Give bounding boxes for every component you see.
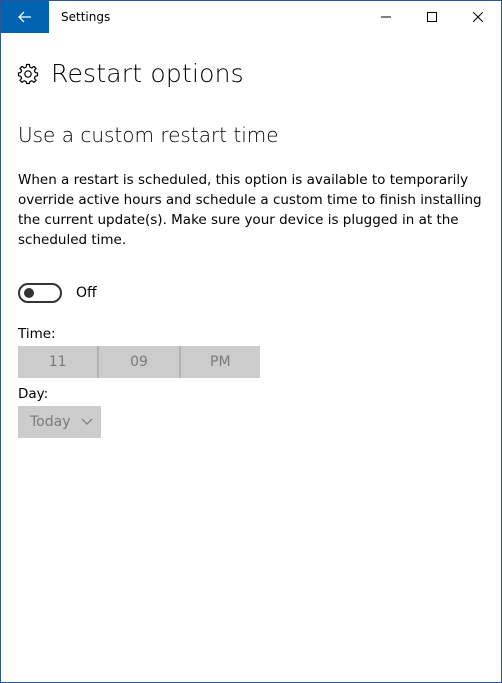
hour-field[interactable]: 11 <box>18 346 97 378</box>
settings-window: Settings Restart options Use a custom re… <box>0 0 502 683</box>
time-label: Time: <box>18 326 56 342</box>
toggle-knob <box>24 288 34 298</box>
window-title: Settings <box>61 10 111 24</box>
page-title: Restart options <box>51 59 244 88</box>
custom-restart-toggle-row: Off <box>18 283 97 303</box>
minimize-button[interactable] <box>363 1 409 33</box>
back-arrow-icon <box>18 11 31 23</box>
back-button[interactable] <box>1 1 49 33</box>
period-field[interactable]: PM <box>181 346 260 378</box>
section-title: Use a custom restart time <box>18 123 279 147</box>
minimize-icon <box>381 16 391 18</box>
maximize-icon <box>427 12 437 22</box>
custom-restart-toggle[interactable] <box>18 283 62 303</box>
page-header: Restart options <box>17 59 244 89</box>
day-value: Today <box>30 414 71 430</box>
toggle-state-label: Off <box>76 285 97 301</box>
chevron-down-icon <box>81 418 93 426</box>
close-button[interactable] <box>455 1 501 33</box>
time-picker: 11 09 PM <box>18 346 260 378</box>
close-icon <box>473 12 483 22</box>
minute-field[interactable]: 09 <box>99 346 178 378</box>
maximize-button[interactable] <box>409 1 455 33</box>
title-bar: Settings <box>1 1 501 33</box>
day-dropdown[interactable]: Today <box>18 406 101 438</box>
section-description: When a restart is scheduled, this option… <box>18 172 482 248</box>
gear-icon <box>17 63 39 85</box>
day-label: Day: <box>18 386 49 402</box>
